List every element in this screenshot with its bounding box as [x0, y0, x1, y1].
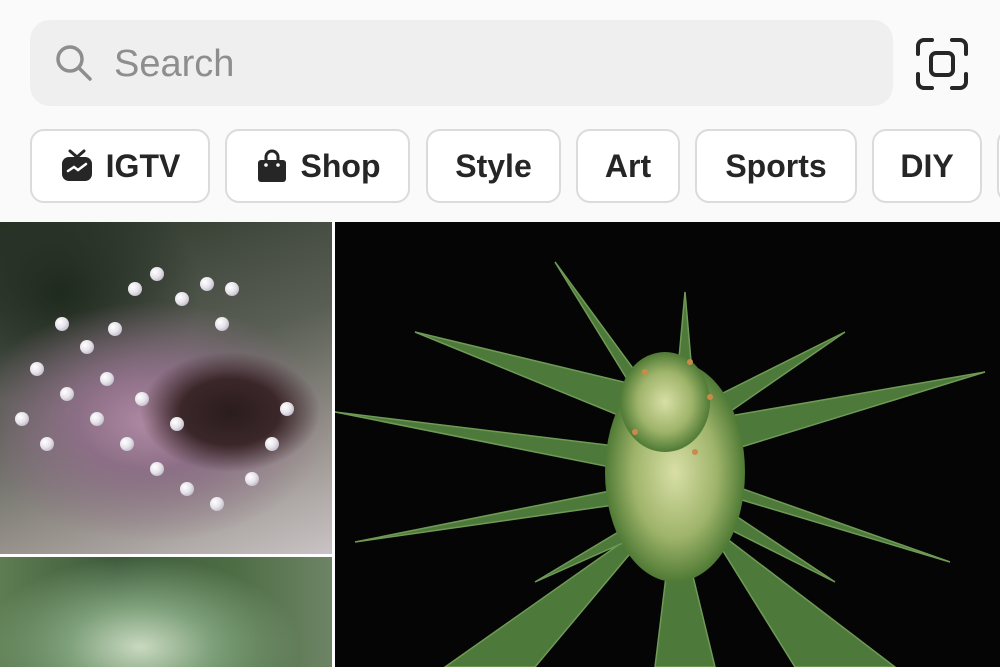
- category-label: Art: [604, 147, 652, 184]
- category-label: Style: [455, 147, 532, 184]
- category-label: Shop: [300, 147, 381, 184]
- category-chip-shop[interactable]: Shop: [225, 129, 410, 203]
- category-label: IGTV: [105, 147, 181, 184]
- explore-grid: [0, 222, 1000, 667]
- scan-icon[interactable]: [914, 36, 970, 92]
- explore-post-plant-photo[interactable]: [335, 222, 1000, 667]
- category-label: DIY: [900, 147, 954, 184]
- search-input[interactable]: [112, 20, 876, 108]
- category-chip-diy[interactable]: DIY: [872, 129, 982, 203]
- explore-post-trichome-photo[interactable]: [0, 222, 332, 554]
- search-icon: [56, 45, 92, 81]
- igtv-icon: [61, 149, 92, 181]
- category-chip-art[interactable]: Art: [576, 129, 680, 203]
- category-chip-sports[interactable]: Sports: [695, 129, 857, 203]
- explore-header: IGTV Shop Style Art Sports DIY: [0, 0, 1000, 222]
- category-chip-style[interactable]: Style: [426, 129, 561, 203]
- search-bar[interactable]: [30, 20, 893, 108]
- category-chip-igtv[interactable]: IGTV: [30, 129, 210, 203]
- shopping-bag-icon: [257, 149, 286, 182]
- explore-post-leaf-photo[interactable]: [0, 557, 332, 667]
- category-label: Sports: [725, 147, 827, 184]
